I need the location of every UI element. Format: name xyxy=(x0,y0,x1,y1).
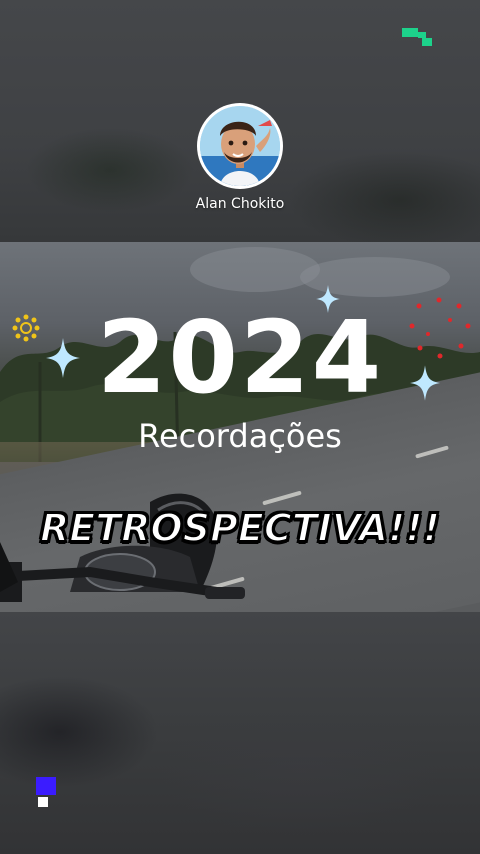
flower-icon xyxy=(12,314,40,342)
avatar-image xyxy=(200,106,280,186)
firework-icon xyxy=(409,297,471,359)
blurred-background-bottom xyxy=(0,612,480,854)
subtitle: Recordações xyxy=(138,417,342,455)
cloud xyxy=(190,247,320,292)
tiktok-watermark-icon xyxy=(402,28,432,46)
sparkle-icon xyxy=(410,365,440,401)
avatar[interactable] xyxy=(197,103,283,189)
year-title: 2024 xyxy=(96,299,384,416)
username-label[interactable]: Alan Chokito xyxy=(140,196,340,212)
watermark-icon xyxy=(36,777,56,807)
caption-text: RETROSPECTIVA!!! xyxy=(39,505,441,551)
video-screen[interactable]: Alan Chokito 2024 Recordações RETROSPECT… xyxy=(0,0,480,854)
